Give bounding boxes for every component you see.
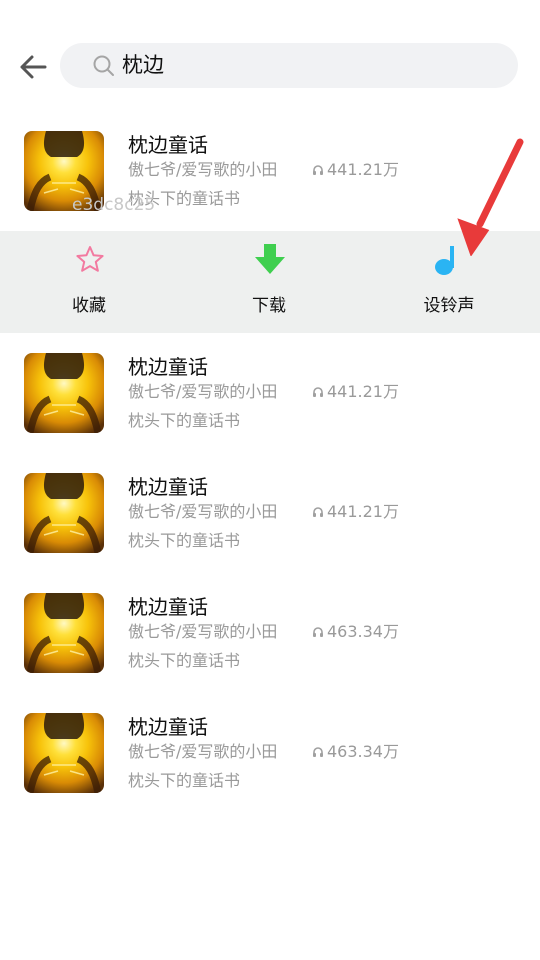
play-count-value: 463.34万: [327, 742, 399, 761]
play-count-value: 441.21万: [327, 160, 399, 179]
song-list-item[interactable]: 枕边童话 傲七爷/爱写歌的小田 463.34万 枕头下的童话书: [0, 593, 540, 713]
song-artist: 傲七爷/爱写歌的小田: [128, 382, 278, 401]
download-arrow-icon: [255, 244, 285, 274]
play-count: 441.21万: [312, 501, 399, 523]
red-pointer-arrow-icon: [457, 138, 524, 256]
search-results-screen: 枕边 枕边童话 傲七爷/爱写歌的小田 441.21万 枕头下的童话书 e3dc8…: [0, 0, 540, 960]
song-artist: 傲七爷/爱写歌的小田: [128, 742, 278, 761]
back-button[interactable]: [14, 48, 52, 86]
song-album: 枕头下的童话书: [128, 771, 241, 790]
song-album: 枕头下的童话书: [128, 531, 241, 550]
album-cover-image: [24, 353, 104, 433]
song-list-item[interactable]: 枕边童话 傲七爷/爱写歌的小田 441.21万 枕头下的童话书: [0, 473, 540, 593]
star-icon: [76, 246, 104, 272]
headphones-icon: [313, 507, 323, 517]
download-button[interactable]: 下载: [209, 231, 329, 333]
album-cover-image: [24, 473, 104, 553]
headphones-icon: [313, 627, 323, 637]
song-list-item[interactable]: 枕边童话 傲七爷/爱写歌的小田 441.21万 枕头下的童话书: [0, 353, 540, 473]
play-count: 441.21万: [312, 159, 399, 181]
song-title: 枕边童话: [128, 475, 208, 499]
play-count: 463.34万: [312, 621, 399, 643]
play-count: 441.21万: [312, 381, 399, 403]
favorite-button[interactable]: 收藏: [29, 231, 149, 333]
play-count: 463.34万: [312, 741, 399, 763]
song-album: 枕头下的童话书: [128, 411, 241, 430]
search-query-text: 枕边: [122, 53, 164, 77]
watermark-text: e3dc8c25: [72, 195, 156, 215]
song-list-item[interactable]: 枕边童话 傲七爷/爱写歌的小田 463.34万 枕头下的童话书: [0, 713, 540, 833]
search-icon: [93, 55, 114, 76]
headphones-icon: [313, 747, 323, 757]
search-input[interactable]: 枕边: [60, 43, 518, 88]
album-cover-image: [24, 713, 104, 793]
song-title: 枕边童话: [128, 133, 208, 157]
search-header: 枕边: [0, 0, 540, 110]
set-ringtone-label: 设铃声: [423, 296, 475, 316]
play-count-value: 463.34万: [327, 622, 399, 641]
song-title: 枕边童话: [128, 715, 208, 739]
song-title: 枕边童话: [128, 355, 208, 379]
song-artist: 傲七爷/爱写歌的小田: [128, 160, 278, 179]
headphones-icon: [313, 165, 323, 175]
play-count-value: 441.21万: [327, 382, 399, 401]
download-label: 下载: [252, 296, 286, 316]
back-arrow-icon: [20, 55, 47, 79]
album-cover-image: [24, 593, 104, 673]
song-artist: 傲七爷/爱写歌的小田: [128, 622, 278, 641]
play-count-value: 441.21万: [327, 502, 399, 521]
song-title: 枕边童话: [128, 595, 208, 619]
song-album: 枕头下的童话书: [128, 651, 241, 670]
headphones-icon: [313, 387, 323, 397]
favorite-label: 收藏: [72, 296, 106, 316]
song-artist: 傲七爷/爱写歌的小田: [128, 502, 278, 521]
